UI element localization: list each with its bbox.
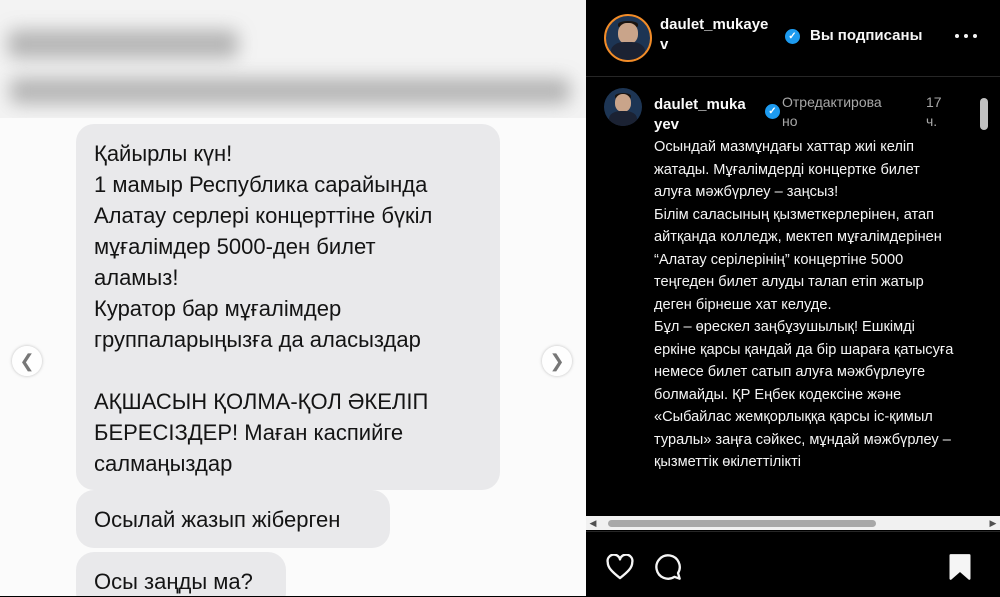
message-bubble: Осы заңды ма?: [76, 552, 286, 596]
horizontal-scrollbar[interactable]: ◀ ▶: [586, 516, 1000, 530]
chevron-left-icon: ❮: [19, 351, 35, 371]
avatar[interactable]: [604, 14, 652, 62]
like-button[interactable]: [606, 553, 634, 585]
more-horizontal-icon: [955, 34, 977, 38]
comment-icon: [655, 554, 681, 580]
scroll-left-icon[interactable]: ◀: [586, 516, 600, 530]
chevron-right-icon: ❯: [549, 351, 565, 371]
heart-icon: [606, 553, 634, 580]
message-text: Осылай жазып жіберген: [94, 507, 341, 532]
blurred-contact-name: [8, 30, 238, 58]
post-actions: [586, 531, 1000, 597]
chat-screenshot: Қайырлы күн! 1 мамыр Республика сарайынд…: [0, 118, 586, 596]
message-bubble: Осылай жазып жіберген: [76, 490, 390, 548]
previous-slide-button[interactable]: ❮: [12, 346, 42, 376]
edited-label: Отредактирова но: [782, 94, 882, 129]
vertical-scrollbar-thumb[interactable]: [980, 98, 988, 130]
blurred-chat-header: [0, 0, 586, 118]
bookmark-icon: [949, 554, 971, 580]
post-time: 17 ч.: [926, 94, 942, 129]
message-text: Қайырлы күн! 1 мамыр Республика сарайынд…: [94, 141, 433, 476]
next-slide-button[interactable]: ❯: [542, 346, 572, 376]
message-text: Осы заңды ма?: [94, 569, 253, 594]
verified-badge-icon: ✓: [785, 29, 800, 44]
verified-badge-icon: ✓: [765, 104, 780, 119]
vertical-scrollbar[interactable]: [978, 92, 990, 517]
scroll-right-icon[interactable]: ▶: [986, 516, 1000, 530]
header-username[interactable]: daulet_mukaye v: [660, 15, 788, 55]
comment-button[interactable]: [654, 553, 682, 586]
post-media: Қайырлы күн! 1 мамыр Республика сарайынд…: [0, 0, 586, 596]
message-bubble: Қайырлы күн! 1 мамыр Республика сарайынд…: [76, 124, 500, 490]
follow-status[interactable]: Вы подписаны: [810, 27, 922, 44]
more-options-button[interactable]: [952, 26, 980, 46]
caption-avatar[interactable]: [604, 88, 642, 126]
caption-username[interactable]: daulet_muka yev: [654, 95, 754, 135]
caption-text: Осындай мазмұндағы хаттар жиі келіп жата…: [654, 139, 954, 470]
post-header: daulet_mukaye v ✓ Вы подписаны: [586, 0, 1000, 77]
caption-scroll-area[interactable]: Осындай мазмұндағы хаттар жиі келіп жата…: [586, 132, 978, 516]
save-button[interactable]: [948, 553, 972, 586]
horizontal-scrollbar-thumb[interactable]: [608, 520, 876, 527]
post-panel: daulet_mukaye v ✓ Вы подписаны daulet_mu…: [586, 0, 1000, 596]
blurred-contact-subtitle: [10, 78, 570, 104]
